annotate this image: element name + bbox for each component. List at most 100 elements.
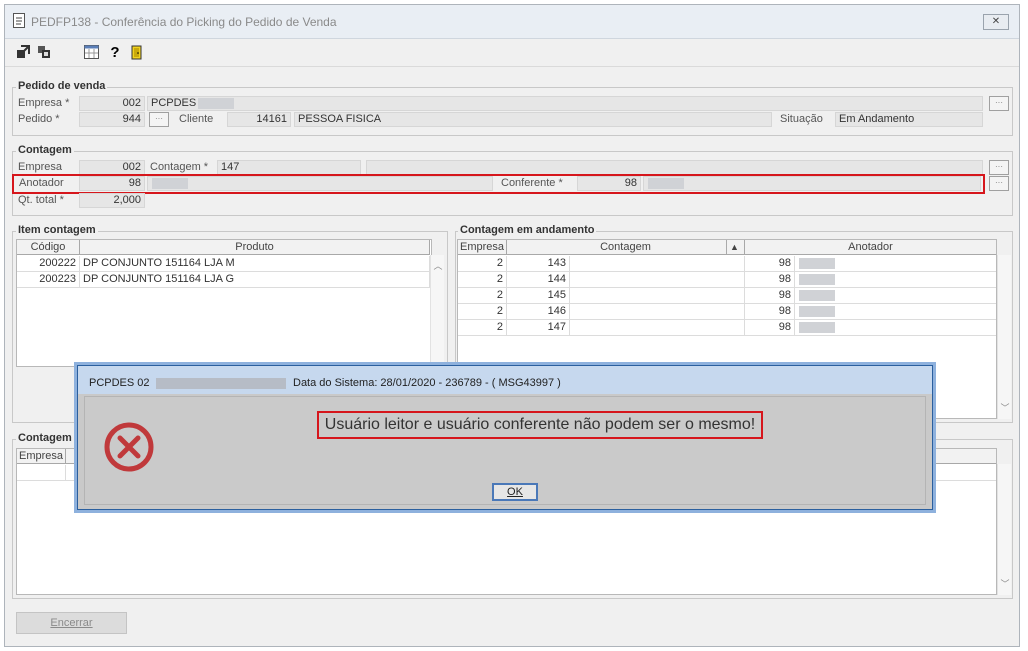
column-header-contagem[interactable]: Contagem ▲ — [507, 240, 745, 255]
situacao-label: Situação — [780, 113, 823, 125]
door-icon[interactable] — [129, 45, 145, 61]
contagem-lookup-button[interactable]: ··· — [989, 160, 1009, 175]
conferente-label: Conferente * — [501, 177, 563, 189]
encerrar-button[interactable]: Encerrar — [16, 612, 127, 634]
table-row-codigo[interactable]: 200222 — [17, 256, 80, 272]
dialog-body: Usuário leitor e usuário conferente não … — [84, 396, 926, 505]
situacao-field: Em Andamento — [835, 112, 983, 127]
contagem-group-title: Contagem — [16, 144, 74, 156]
table-row-empresa[interactable]: 2 — [458, 256, 507, 272]
redacted-text — [156, 378, 286, 389]
scroll-up-icon[interactable]: ︿ — [433, 259, 443, 272]
column-header-empresa[interactable]: Empresa — [17, 449, 66, 464]
window-title: PEDFP138 - Conferência do Picking do Ped… — [31, 15, 337, 29]
error-icon — [103, 421, 155, 473]
contagem-andamento-title: Contagem em andamento — [458, 224, 597, 236]
table-row-empresa[interactable]: 2 — [458, 288, 507, 304]
table-row-spacer — [570, 304, 745, 320]
table-row[interactable] — [17, 465, 66, 481]
redacted-text — [198, 98, 234, 109]
table-row-contagem[interactable]: 146 — [507, 304, 570, 320]
table-row-produto[interactable]: DP CONJUNTO 151164 LJA M — [80, 256, 430, 272]
table-row-contagem[interactable]: 143 — [507, 256, 570, 272]
table-row-contagem[interactable]: 147 — [507, 320, 570, 336]
table-row-produto[interactable]: DP CONJUNTO 151164 LJA G — [80, 272, 430, 288]
column-header-codigo[interactable]: Código — [17, 240, 80, 255]
error-message: Usuário leitor e usuário conferente não … — [317, 411, 763, 439]
dialog-title-prefix: PCPDES 02 — [89, 377, 150, 389]
item-contagem-title: Item contagem — [16, 224, 98, 236]
ok-button[interactable]: OK — [492, 483, 538, 501]
column-header-produto[interactable]: Produto — [80, 240, 430, 255]
pedido-lookup-button[interactable]: ··· — [149, 112, 169, 127]
title-bar: PEDFP138 - Conferência do Picking do Ped… — [5, 5, 1019, 39]
pedido-empresa-field[interactable]: 002 — [79, 96, 145, 111]
help-icon[interactable]: ? — [107, 45, 123, 61]
contagem-bottom-scrollbar[interactable]: ﹀ — [997, 464, 1011, 595]
cliente-code-field[interactable]: 14161 — [227, 112, 291, 127]
column-header-contagem-label: Contagem — [600, 241, 651, 253]
conferente-lookup-button[interactable]: ··· — [989, 176, 1009, 191]
qt-total-field: 2,000 — [79, 193, 145, 208]
table-row-anotador[interactable]: 98 — [745, 320, 795, 336]
windows-icon[interactable] — [36, 45, 52, 61]
pedido-empresa-label: Empresa * — [18, 97, 70, 109]
conferente-field[interactable]: 98 — [577, 176, 641, 191]
table-row-spacer — [570, 320, 745, 336]
table-row-contagem[interactable]: 145 — [507, 288, 570, 304]
contagem-empresa-label: Empresa — [18, 161, 63, 173]
table-row-empresa[interactable]: 2 — [458, 304, 507, 320]
table-row-empresa[interactable]: 2 — [458, 272, 507, 288]
contagem-desc-field[interactable] — [366, 160, 983, 175]
empresa-lookup-button[interactable]: ··· — [989, 96, 1009, 111]
error-dialog: PCPDES 02 Data do Sistema: 28/01/2020 - … — [77, 365, 933, 510]
table-row-codigo[interactable]: 200223 — [17, 272, 80, 288]
anotador-field[interactable]: 98 — [79, 176, 145, 191]
contagem-andamento-scrollbar[interactable]: ﹀ — [997, 255, 1011, 419]
redacted-text — [152, 178, 188, 189]
pedido-group-title: Pedido de venda — [16, 80, 108, 92]
contagem-field[interactable]: 147 — [217, 160, 361, 175]
table-row-empresa[interactable]: 2 — [458, 320, 507, 336]
table-row-contagem[interactable]: 144 — [507, 272, 570, 288]
pedido-label: Pedido * — [18, 113, 60, 125]
exit-icon[interactable] — [15, 45, 31, 61]
column-header-empresa[interactable]: Empresa — [458, 240, 507, 255]
redacted-text — [799, 274, 835, 285]
item-contagem-grid: Código Produto 200222 DP CONJUNTO 151164… — [16, 239, 432, 367]
scroll-down-icon[interactable]: ﹀ — [1000, 401, 1010, 414]
redacted-text — [799, 258, 835, 269]
anotador-name-field — [147, 176, 493, 191]
contagem-empresa-field[interactable]: 002 — [79, 160, 145, 175]
table-row-anotador[interactable]: 98 — [745, 256, 795, 272]
pedido-field[interactable]: 944 — [79, 112, 145, 127]
table-row-anotador-name — [795, 320, 996, 336]
sort-up-icon[interactable]: ▲ — [726, 240, 742, 254]
item-contagem-scrollbar[interactable]: ︿ — [430, 255, 444, 367]
dialog-title-bar: PCPDES 02 Data do Sistema: 28/01/2020 - … — [78, 366, 932, 394]
table-row-anotador[interactable]: 98 — [745, 304, 795, 320]
dialog-title-suffix: Data do Sistema: 28/01/2020 - 236789 - (… — [293, 377, 561, 389]
toolbar: ? — [5, 39, 1019, 67]
anotador-label: Anotador — [19, 177, 64, 189]
cliente-name-field[interactable]: PESSOA FISICA — [294, 112, 772, 127]
redacted-text — [799, 306, 835, 317]
main-window: PEDFP138 - Conferência do Picking do Ped… — [4, 4, 1020, 647]
close-icon: ✕ — [991, 16, 1001, 27]
redacted-text — [799, 322, 835, 333]
calendar-icon[interactable] — [83, 45, 99, 61]
column-header-anotador[interactable]: Anotador — [745, 240, 996, 255]
scroll-down-icon[interactable]: ﹀ — [1000, 577, 1010, 590]
table-row-anotador[interactable]: 98 — [745, 288, 795, 304]
table-row-anotador[interactable]: 98 — [745, 272, 795, 288]
table-row-anotador-name — [795, 304, 996, 320]
table-row-spacer — [570, 272, 745, 288]
table-row-anotador-name — [795, 256, 996, 272]
redacted-text — [648, 178, 684, 189]
qt-total-label: Qt. total * — [18, 194, 64, 206]
contagem-bottom-title: Contagem — [16, 432, 74, 444]
table-row-spacer — [570, 256, 745, 272]
pedido-empresa-name-field[interactable]: PCPDES — [147, 96, 983, 111]
close-button[interactable]: ✕ — [983, 14, 1009, 30]
table-row-anotador-name — [795, 288, 996, 304]
